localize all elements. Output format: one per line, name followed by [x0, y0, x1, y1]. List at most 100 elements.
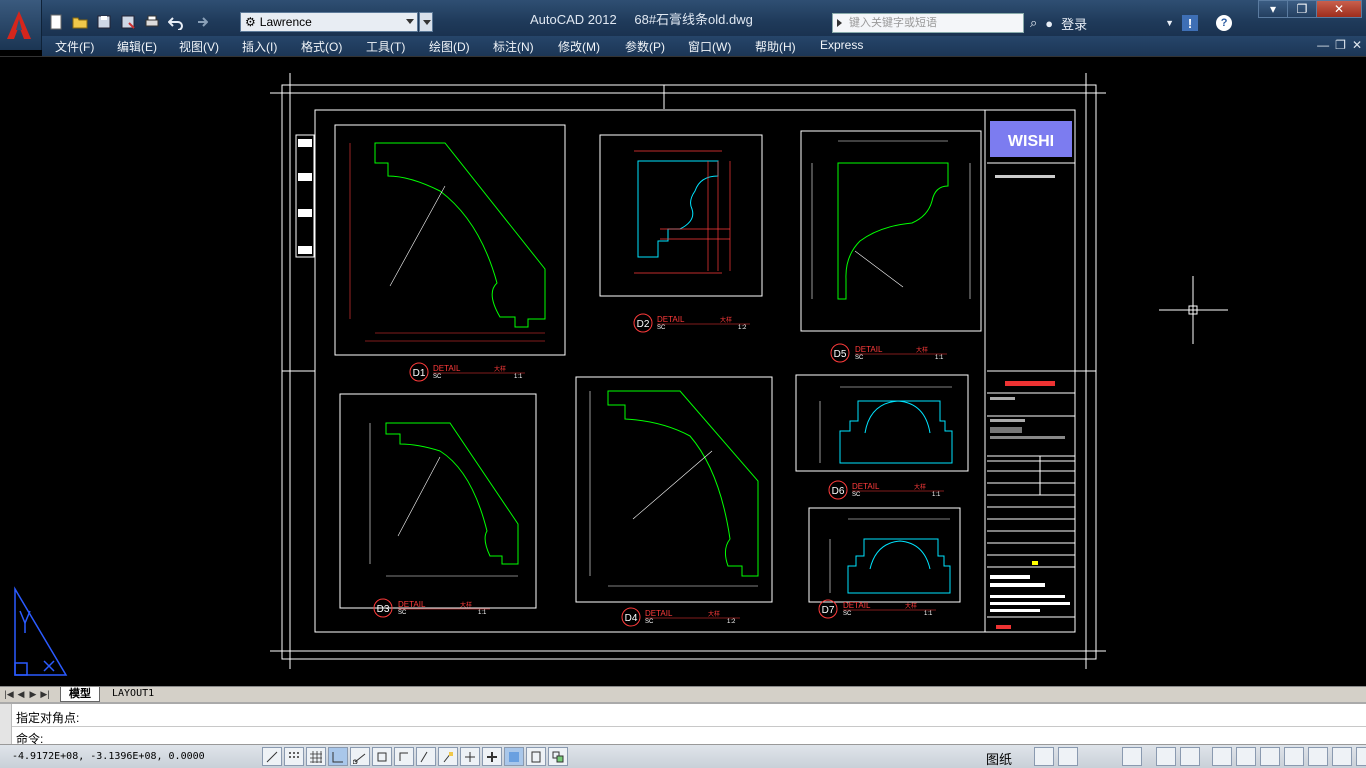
menu-window[interactable]: 窗口(W) — [688, 38, 731, 55]
print-icon[interactable] — [142, 12, 162, 32]
dynamic-input-icon[interactable] — [460, 747, 480, 766]
menu-tools[interactable]: 工具(T) — [366, 38, 405, 55]
annotation-visibility-icon[interactable] — [1180, 747, 1200, 766]
title-block: WISHI — [987, 121, 1075, 629]
command-history: 指定对角点: — [16, 711, 80, 725]
first-tab-icon[interactable]: |◀ — [4, 688, 14, 700]
quick-access-toolbar — [46, 11, 210, 33]
paper-space-toggle[interactable]: 图纸 — [986, 749, 1012, 768]
redo-icon[interactable] — [190, 12, 210, 32]
qat-customize-button[interactable] — [419, 12, 433, 32]
workspace-dropdown[interactable]: ⚙ Lawrence — [240, 12, 418, 32]
drawing-canvas[interactable]: WISHI D1 DETAIL SC 大样 1:1 D2 DETAIL SC 大… — [0, 56, 1366, 686]
coordinate-readout[interactable]: -4.9172E+08, -3.1396E+08, 0.0000 — [12, 751, 205, 762]
workspace-switching-icon[interactable] — [1212, 747, 1232, 766]
lightbulb-icon[interactable] — [1308, 747, 1328, 766]
close-button[interactable]: ✕ — [1316, 0, 1362, 18]
layout-tabs-bar: |◀ ◀ ▶ ▶| 模型 LAYOUT1 — [0, 686, 1366, 702]
infer-constraints-icon[interactable] — [262, 747, 282, 766]
svg-text:1:2: 1:2 — [727, 619, 736, 625]
prev-tab-icon[interactable]: ◀ — [16, 688, 26, 700]
svg-text:SC: SC — [645, 619, 654, 625]
svg-text:D3: D3 — [377, 604, 390, 615]
svg-text:1:2: 1:2 — [738, 325, 747, 331]
label-d2: D2 DETAILSC 大样 1:2 — [633, 313, 750, 333]
ortho-mode-icon[interactable] — [328, 747, 348, 766]
tab-model[interactable]: 模型 — [60, 687, 100, 702]
help-icon[interactable]: ? — [1216, 15, 1233, 31]
3d-object-snap-icon[interactable] — [394, 747, 414, 766]
minimize-button[interactable]: ▾ — [1258, 0, 1288, 18]
chevron-down-icon[interactable]: ▼ — [1165, 18, 1174, 28]
selection-cycling-icon[interactable] — [548, 747, 568, 766]
detail-d4 — [575, 376, 773, 603]
search-input[interactable]: 键入关键字或短语 — [832, 13, 1024, 33]
window-title: AutoCAD 2012 68#石膏线条old.dwg — [530, 9, 753, 28]
command-window: 指定对角点: 命令: — [0, 702, 1366, 746]
doc-minimize-button[interactable]: — — [1317, 38, 1329, 52]
menu-dimension[interactable]: 标注(N) — [493, 38, 534, 55]
tab-layout1[interactable]: LAYOUT1 — [104, 687, 162, 702]
save-as-icon[interactable] — [118, 12, 138, 32]
grid-display-icon[interactable] — [306, 747, 326, 766]
transparency-icon[interactable] — [504, 747, 524, 766]
open-file-icon[interactable] — [70, 12, 90, 32]
hardware-acceleration-icon[interactable] — [1260, 747, 1280, 766]
menu-file[interactable]: 文件(F) — [55, 38, 94, 55]
dynamic-ucs-icon[interactable] — [438, 747, 458, 766]
next-tab-icon[interactable]: ▶ — [28, 688, 38, 700]
menu-express[interactable]: Express — [820, 38, 863, 52]
annotation-scale-icon[interactable] — [1156, 747, 1176, 766]
svg-text:大样: 大样 — [905, 602, 917, 610]
doc-restore-button[interactable]: ❐ — [1335, 38, 1346, 52]
left-strip — [298, 139, 312, 254]
svg-text:DETAIL: DETAIL — [843, 601, 871, 610]
isolate-objects-icon[interactable] — [1284, 747, 1304, 766]
detail-d3 — [339, 393, 537, 609]
drawing-svg: WISHI D1 DETAILSC 大样1:1 D2 DETAILSC 大样1:… — [14, 73, 1228, 676]
workspace-name: Lawrence — [259, 15, 312, 29]
status-menu-chevron-icon[interactable] — [1332, 747, 1352, 766]
svg-text:D2: D2 — [637, 319, 650, 330]
login-link[interactable]: 登录 — [1061, 14, 1087, 33]
quick-view-layouts-icon[interactable] — [1034, 747, 1054, 766]
tab-navigation: |◀ ◀ ▶ ▶| — [4, 688, 50, 700]
undo-icon[interactable] — [166, 12, 186, 32]
label-d4: D4 DETAILSC 大样 1:2 — [621, 607, 740, 627]
user-icon[interactable]: ● — [1045, 16, 1053, 31]
chevron-down-icon — [406, 19, 414, 24]
menu-edit[interactable]: 编辑(E) — [117, 38, 157, 55]
status-tray — [1034, 747, 1366, 766]
exchange-icon[interactable]: ! — [1182, 15, 1199, 31]
quick-view-drawings-icon[interactable] — [1058, 747, 1078, 766]
application-menu-button[interactable] — [0, 0, 42, 50]
menu-modify[interactable]: 修改(M) — [558, 38, 600, 55]
doc-close-button[interactable]: ✕ — [1352, 38, 1362, 52]
new-file-icon[interactable] — [46, 12, 66, 32]
lineweight-icon[interactable] — [482, 747, 502, 766]
binoculars-icon[interactable]: ⌕ — [1030, 15, 1037, 31]
toolbar-lock-icon[interactable] — [1236, 747, 1256, 766]
maximize-button[interactable]: ❐ — [1287, 0, 1317, 18]
menu-insert[interactable]: 插入(I) — [242, 38, 277, 55]
svg-text:D4: D4 — [625, 613, 638, 624]
quick-properties-icon[interactable] — [526, 747, 546, 766]
menu-view[interactable]: 视图(V) — [179, 38, 219, 55]
label-d6: D6 DETAILSC 大样 1:1 — [828, 480, 944, 500]
drafting-toggles — [262, 747, 568, 766]
polar-tracking-icon[interactable] — [350, 747, 370, 766]
object-snap-tracking-icon[interactable] — [416, 747, 436, 766]
maximize-viewport-icon[interactable] — [1122, 747, 1142, 766]
command-grip[interactable] — [0, 704, 12, 744]
menu-help[interactable]: 帮助(H) — [755, 38, 796, 55]
autocad-logo-icon — [7, 11, 31, 39]
menu-draw[interactable]: 绘图(D) — [429, 38, 470, 55]
label-d7: D7 DETAILSC 大样 1:1 — [818, 599, 936, 619]
save-icon[interactable] — [94, 12, 114, 32]
menu-parametric[interactable]: 参数(P) — [625, 38, 665, 55]
object-snap-icon[interactable] — [372, 747, 392, 766]
clean-screen-icon[interactable] — [1356, 747, 1366, 766]
last-tab-icon[interactable]: ▶| — [40, 688, 50, 700]
snap-mode-icon[interactable] — [284, 747, 304, 766]
menu-format[interactable]: 格式(O) — [301, 38, 342, 55]
